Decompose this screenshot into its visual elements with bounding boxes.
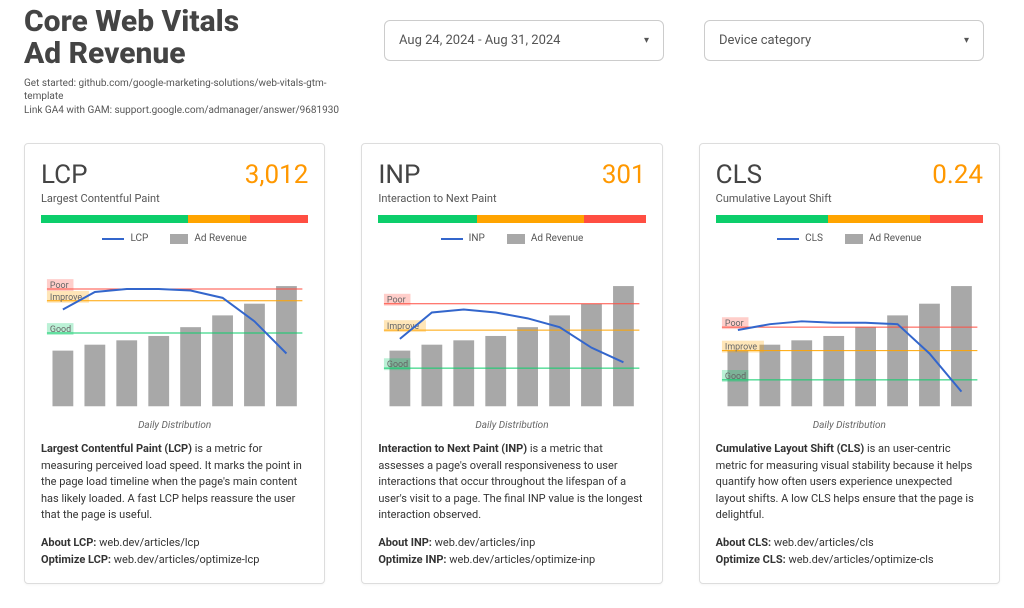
cls-legend-line: CLS <box>805 233 823 244</box>
lcp-description: Largest Contentful Paint (LCP) is a metr… <box>41 441 308 524</box>
lcp-bar <box>148 336 169 406</box>
line-swatch-icon <box>102 238 124 240</box>
cls-chart: Poor Improve Good <box>716 248 983 418</box>
lcp-bar <box>116 341 137 407</box>
page-title-line1: Core Web Vitals <box>24 4 239 39</box>
subtext-link-ga4: Link GA4 with GAM: support.google.com/ad… <box>24 104 344 118</box>
inp-threshold-poor-label: Poor <box>387 296 406 306</box>
cls-value: 0.24 <box>932 160 983 190</box>
cls-bar <box>759 345 780 407</box>
device-category-value: Device category <box>719 33 811 48</box>
inp-optimize-url: web.dev/articles/optimize-inp <box>449 553 595 566</box>
lcp-links: About LCP: web.dev/articles/lcp Optimize… <box>41 534 308 569</box>
inp-description: Interaction to Next Paint (INP) is a met… <box>378 441 645 524</box>
cls-bar <box>823 336 844 406</box>
lcp-chart: Poor Improve Good <box>41 248 308 418</box>
inp-chart: Poor Improve Good <box>378 248 645 418</box>
date-range-value: Aug 24, 2024 - Aug 31, 2024 <box>399 33 560 48</box>
lcp-legend-line: LCP <box>130 233 148 244</box>
lcp-about-label: About LCP: <box>41 536 96 549</box>
lcp-threshold-good-label: Good <box>50 325 71 335</box>
chevron-down-icon: ▾ <box>644 35 649 46</box>
cls-legend: CLS Ad Revenue <box>716 233 983 244</box>
cls-bar <box>887 316 908 407</box>
inp-threshold-good-label: Good <box>387 360 408 370</box>
cls-distribution-bar <box>716 215 983 223</box>
inp-value: 301 <box>602 160 646 190</box>
cls-bar <box>951 286 972 406</box>
inp-bar <box>518 327 539 406</box>
lcp-distribution-bar <box>41 215 308 223</box>
cls-optimize-url: web.dev/articles/optimize-cls <box>788 553 933 566</box>
inp-bar <box>486 336 507 406</box>
lcp-bar <box>52 351 73 407</box>
inp-legend-bar: Ad Revenue <box>531 233 583 244</box>
lcp-about-url: web.dev/articles/lcp <box>99 536 199 549</box>
lcp-legend-bar: Ad Revenue <box>194 233 246 244</box>
inp-optimize-label: Optimize INP: <box>378 553 446 566</box>
lcp-bar <box>84 345 105 407</box>
page-title: Core Web Vitals Ad Revenue <box>24 6 344 71</box>
lcp-bar <box>180 327 201 406</box>
inp-abbr: INP <box>378 160 420 190</box>
lcp-abbr: LCP <box>41 160 88 190</box>
cls-threshold-improve-label: Improve <box>725 343 757 353</box>
cls-abbr: CLS <box>716 160 762 190</box>
lcp-optimize-label: Optimize LCP: <box>41 553 111 566</box>
page-title-line2: Ad Revenue <box>24 36 186 71</box>
lcp-bar <box>212 316 233 407</box>
bar-swatch-icon <box>845 234 863 244</box>
cls-links: About CLS: web.dev/articles/cls Optimize… <box>716 534 983 569</box>
cls-description: Cumulative Layout Shift (CLS) is an user… <box>716 441 983 524</box>
cls-fullname: Cumulative Layout Shift <box>716 192 983 205</box>
inp-about-url: web.dev/articles/inp <box>435 536 536 549</box>
lcp-bar <box>244 304 265 407</box>
inp-chart-caption: Daily Distribution <box>378 420 645 431</box>
inp-legend: INP Ad Revenue <box>378 233 645 244</box>
inp-bar <box>422 345 443 407</box>
cls-chart-caption: Daily Distribution <box>716 420 983 431</box>
cls-about-label: About CLS: <box>716 536 771 549</box>
chevron-down-icon: ▾ <box>964 35 969 46</box>
cls-legend-bar: Ad Revenue <box>869 233 921 244</box>
inp-legend-line: INP <box>469 233 485 244</box>
inp-distribution-bar <box>378 215 645 223</box>
lcp-legend: LCP Ad Revenue <box>41 233 308 244</box>
lcp-value: 3,012 <box>245 160 309 190</box>
inp-links: About INP: web.dev/articles/inp Optimize… <box>378 534 645 569</box>
cls-optimize-label: Optimize CLS: <box>716 553 786 566</box>
bar-swatch-icon <box>507 234 525 244</box>
inp-bar <box>581 304 602 407</box>
inp-fullname: Interaction to Next Paint <box>378 192 645 205</box>
cls-threshold-poor-label: Poor <box>725 319 744 329</box>
lcp-optimize-url: web.dev/articles/optimize-lcp <box>114 553 260 566</box>
cls-bar <box>855 327 876 406</box>
header-subtext: Get started: github.com/google-marketing… <box>24 77 344 118</box>
device-category-selector[interactable]: Device category ▾ <box>704 20 984 61</box>
cls-about-url: web.dev/articles/cls <box>774 536 874 549</box>
card-cls: CLS 0.24 Cumulative Layout Shift CLS Ad … <box>699 143 1000 584</box>
line-swatch-icon <box>441 238 463 240</box>
cls-threshold-good-label: Good <box>725 372 746 382</box>
inp-bar <box>454 341 475 407</box>
lcp-fullname: Largest Contentful Paint <box>41 192 308 205</box>
bar-swatch-icon <box>170 234 188 244</box>
lcp-threshold-poor-label: Poor <box>50 281 69 291</box>
card-lcp: LCP 3,012 Largest Contentful Paint LCP A… <box>24 143 325 584</box>
line-swatch-icon <box>777 238 799 240</box>
inp-about-label: About INP: <box>378 536 432 549</box>
card-inp: INP 301 Interaction to Next Paint INP Ad… <box>361 143 662 584</box>
subtext-get-started: Get started: github.com/google-marketing… <box>24 77 344 104</box>
date-range-selector[interactable]: Aug 24, 2024 - Aug 31, 2024 ▾ <box>384 20 664 61</box>
inp-bar <box>550 316 571 407</box>
lcp-chart-caption: Daily Distribution <box>41 420 308 431</box>
